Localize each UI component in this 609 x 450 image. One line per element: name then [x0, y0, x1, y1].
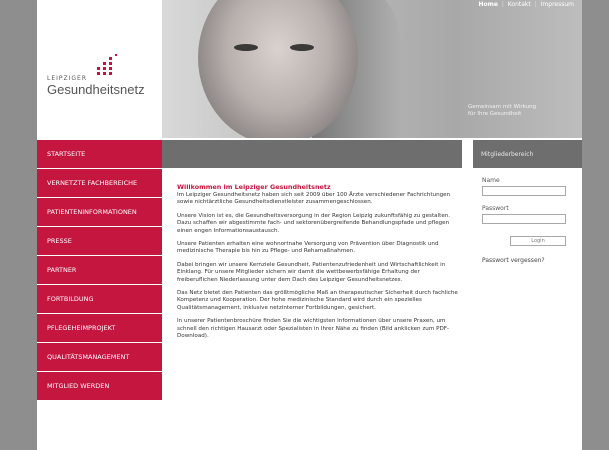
sidebar-item-startseite[interactable]: STARTSEITE	[37, 140, 162, 168]
sidebar-item-label: STARTSEITE	[47, 150, 86, 158]
hero-face	[198, 0, 358, 138]
sidebar-item-label: PFLEGEHEIMPROJEKT	[47, 324, 116, 332]
sidebar-item-qualitaetsmanagement[interactable]: QUALITÄTSMANAGEMENT	[37, 343, 162, 371]
content-paragraph: Dabei bringen wir unsere Kernziele Gesun…	[177, 262, 446, 283]
login-form: Name Passwort Login Passwort vergessen?	[482, 177, 577, 264]
hero-slogan-line-1: Gemeinsam mit Wirkung	[468, 104, 537, 110]
content-paragraph: Das Netz bietet den Patienten das größtm…	[177, 290, 458, 311]
hero-slogan: Gemeinsam mit Wirkung für Ihre Gesundhei…	[468, 104, 536, 118]
sidebar-item-mitglied-werden[interactable]: MITGLIED WERDEN	[37, 372, 162, 400]
nav-separator: |	[501, 1, 504, 8]
page: Home | Kontakt | Impressum LEIPZIGER Ges…	[37, 0, 582, 450]
nav-separator: |	[534, 1, 537, 8]
sidebar-item-label: MITGLIED WERDEN	[47, 382, 110, 390]
content-paragraph: Unsere Patienten erhalten eine wohnortna…	[177, 241, 439, 255]
name-label: Name	[482, 177, 500, 184]
sidebar-navigation: STARTSEITE VERNETZTE FACHBEREICHE PATIEN…	[37, 140, 162, 401]
page-title: Willkommen im Leipziger Gesundheitsnetz	[177, 183, 331, 191]
login-button[interactable]: Login	[510, 236, 566, 246]
sidebar-item-fortbildung[interactable]: FORTBILDUNG	[37, 285, 162, 313]
logo-small-text: LEIPZIGER	[47, 75, 88, 82]
logo-dots-icon	[97, 54, 119, 77]
hero-eye-left	[234, 44, 258, 51]
content-header-bar	[162, 140, 462, 168]
site-logo[interactable]: LEIPZIGER Gesundheitsnetz	[37, 0, 162, 138]
imprint-link[interactable]: Impressum	[541, 1, 574, 8]
hero-eye-right	[290, 44, 314, 51]
main-content: Willkommen im Leipziger Gesundheitsnetz …	[177, 183, 462, 346]
sidebar-item-label: VERNETZTE FACHBEREICHE	[47, 179, 138, 187]
sidebar-item-vernetzte-fachbereiche[interactable]: VERNETZTE FACHBEREICHE	[37, 169, 162, 197]
sidebar-item-label: PATIENTENINFORMATIONEN	[47, 208, 137, 216]
sidebar-item-patienteninformationen[interactable]: PATIENTENINFORMATIONEN	[37, 198, 162, 226]
password-label: Passwort	[482, 205, 509, 212]
sidebar-item-presse[interactable]: PRESSE	[37, 227, 162, 255]
content-paragraph: Unsere Vision ist es, die Gesundheitsver…	[177, 213, 451, 234]
hero-slogan-line-2: für Ihre Gesundheit	[468, 111, 522, 117]
content-paragraph: Im Leipziger Gesundheitsnetz haben sich …	[177, 192, 451, 206]
sidebar-item-label: PARTNER	[47, 266, 77, 274]
content-paragraph: In unserer Patientenbroschüre finden Sie…	[177, 318, 449, 339]
hero-image: Gemeinsam mit Wirkung für Ihre Gesundhei…	[162, 0, 582, 138]
sidebar-item-label: FORTBILDUNG	[47, 295, 94, 303]
member-area-header: Mitgliederbereich	[473, 140, 582, 168]
home-link[interactable]: Home	[478, 1, 497, 8]
member-area-title: Mitgliederbereich	[481, 151, 534, 158]
sidebar-item-pflegeheimprojekt[interactable]: PFLEGEHEIMPROJEKT	[37, 314, 162, 342]
sidebar-item-label: PRESSE	[47, 237, 72, 245]
top-navigation: Home | Kontakt | Impressum	[478, 1, 574, 8]
forgot-password-link[interactable]: Passwort vergessen?	[482, 257, 577, 264]
password-input[interactable]	[482, 214, 566, 224]
sidebar-item-label: QUALITÄTSMANAGEMENT	[47, 353, 130, 361]
name-input[interactable]	[482, 186, 566, 196]
contact-link[interactable]: Kontakt	[508, 1, 531, 8]
sidebar-item-partner[interactable]: PARTNER	[37, 256, 162, 284]
logo-title: Gesundheitsnetz	[47, 82, 145, 97]
